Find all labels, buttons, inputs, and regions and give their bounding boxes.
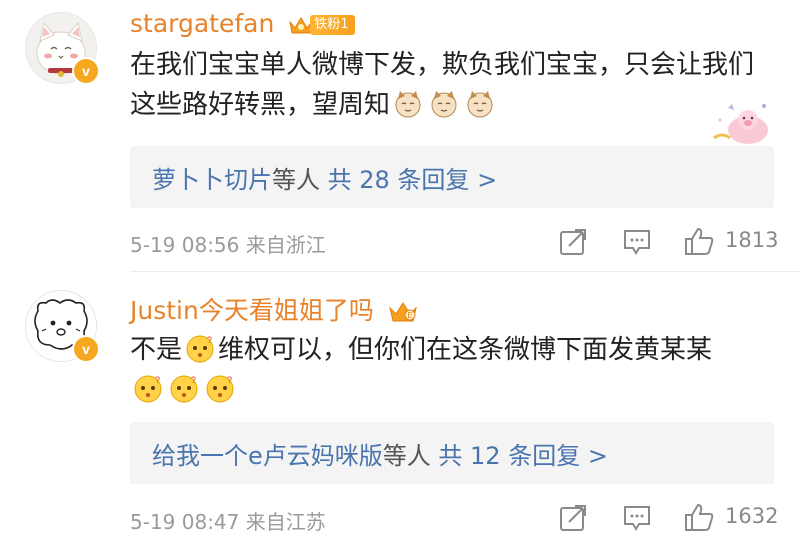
comment-icon[interactable] <box>622 502 652 532</box>
crown-e-icon: E <box>388 302 417 322</box>
avatar[interactable]: v <box>25 290 100 363</box>
confused-face-emoji: ? <box>186 335 214 363</box>
svg-text:?: ? <box>191 375 196 385</box>
verified-badge-icon: v <box>72 57 100 85</box>
share-icon[interactable] <box>559 226 587 256</box>
reply-count-link[interactable]: 共 28 条回复 > <box>328 166 498 194</box>
comment-meta: 5-19 08:47 来自江苏 <box>130 510 326 534</box>
username[interactable]: stargatefan 铁粉1 <box>130 9 355 38</box>
cat-face-emoji <box>431 91 457 118</box>
pig-decoration-icon <box>713 104 768 144</box>
thumbs-up-icon <box>685 227 714 255</box>
comment-text: 在我们宝宝单人微博下发，欺负我们宝宝，只会让我们这些路好转黑，望周知 <box>130 50 755 120</box>
fan-level-badge: 铁粉1 <box>310 15 355 35</box>
reply-mid-text: 等人 <box>272 166 320 194</box>
svg-text:?: ? <box>155 375 160 385</box>
comment-text: 不是? 维权可以，但你们在这条微博下面发黄某某??? <box>130 330 780 410</box>
reply-summary[interactable]: 萝卜卜切片等人 共 28 条回复 > <box>130 146 774 208</box>
username-text: Justin今天看姐姐了吗 <box>130 296 374 325</box>
confused-face-emoji: ? <box>170 375 198 403</box>
verified-badge-icon: v <box>72 335 100 363</box>
like-button[interactable]: 1813 <box>683 226 783 256</box>
svg-text:?: ? <box>227 375 232 385</box>
like-button[interactable]: 1632 <box>683 502 783 532</box>
confused-face-emoji: ? <box>206 375 234 403</box>
reply-mid-text: 等人 <box>382 442 431 470</box>
thumbs-up-icon <box>685 503 714 531</box>
cat-face-emoji <box>395 91 421 118</box>
comment-meta: 5-19 08:56 来自浙江 <box>130 233 326 257</box>
reply-user-link[interactable]: 给我一个e卢云妈咪版 <box>152 442 383 470</box>
comment-icon[interactable] <box>622 226 652 256</box>
username-text: stargatefan <box>130 9 275 38</box>
comment-item: v Justin今天看姐姐了吗 E 不是? 维权可以，但你们在这条微博下面发黄某某… <box>0 272 800 546</box>
reply-user-link[interactable]: 萝卜卜切片 <box>152 166 272 194</box>
comment-item: v stargatefan 铁粉1 在我们宝宝单人微博下发，欺负我们宝宝，只会让… <box>0 0 800 272</box>
cat-face-emoji <box>467 91 493 118</box>
username[interactable]: Justin今天看姐姐了吗 E <box>130 291 418 327</box>
reply-summary[interactable]: 给我一个e卢云妈咪版等人 共 12 条回复 > <box>130 422 774 484</box>
like-count: 1632 <box>725 504 779 528</box>
avatar[interactable]: v <box>25 12 100 85</box>
svg-text:E: E <box>407 311 412 320</box>
reply-count-link[interactable]: 共 12 条回复 > <box>438 442 608 470</box>
like-count: 1813 <box>725 228 779 252</box>
confused-face-emoji: ? <box>134 375 162 403</box>
svg-text:?: ? <box>207 335 212 345</box>
share-icon[interactable] <box>559 502 587 532</box>
